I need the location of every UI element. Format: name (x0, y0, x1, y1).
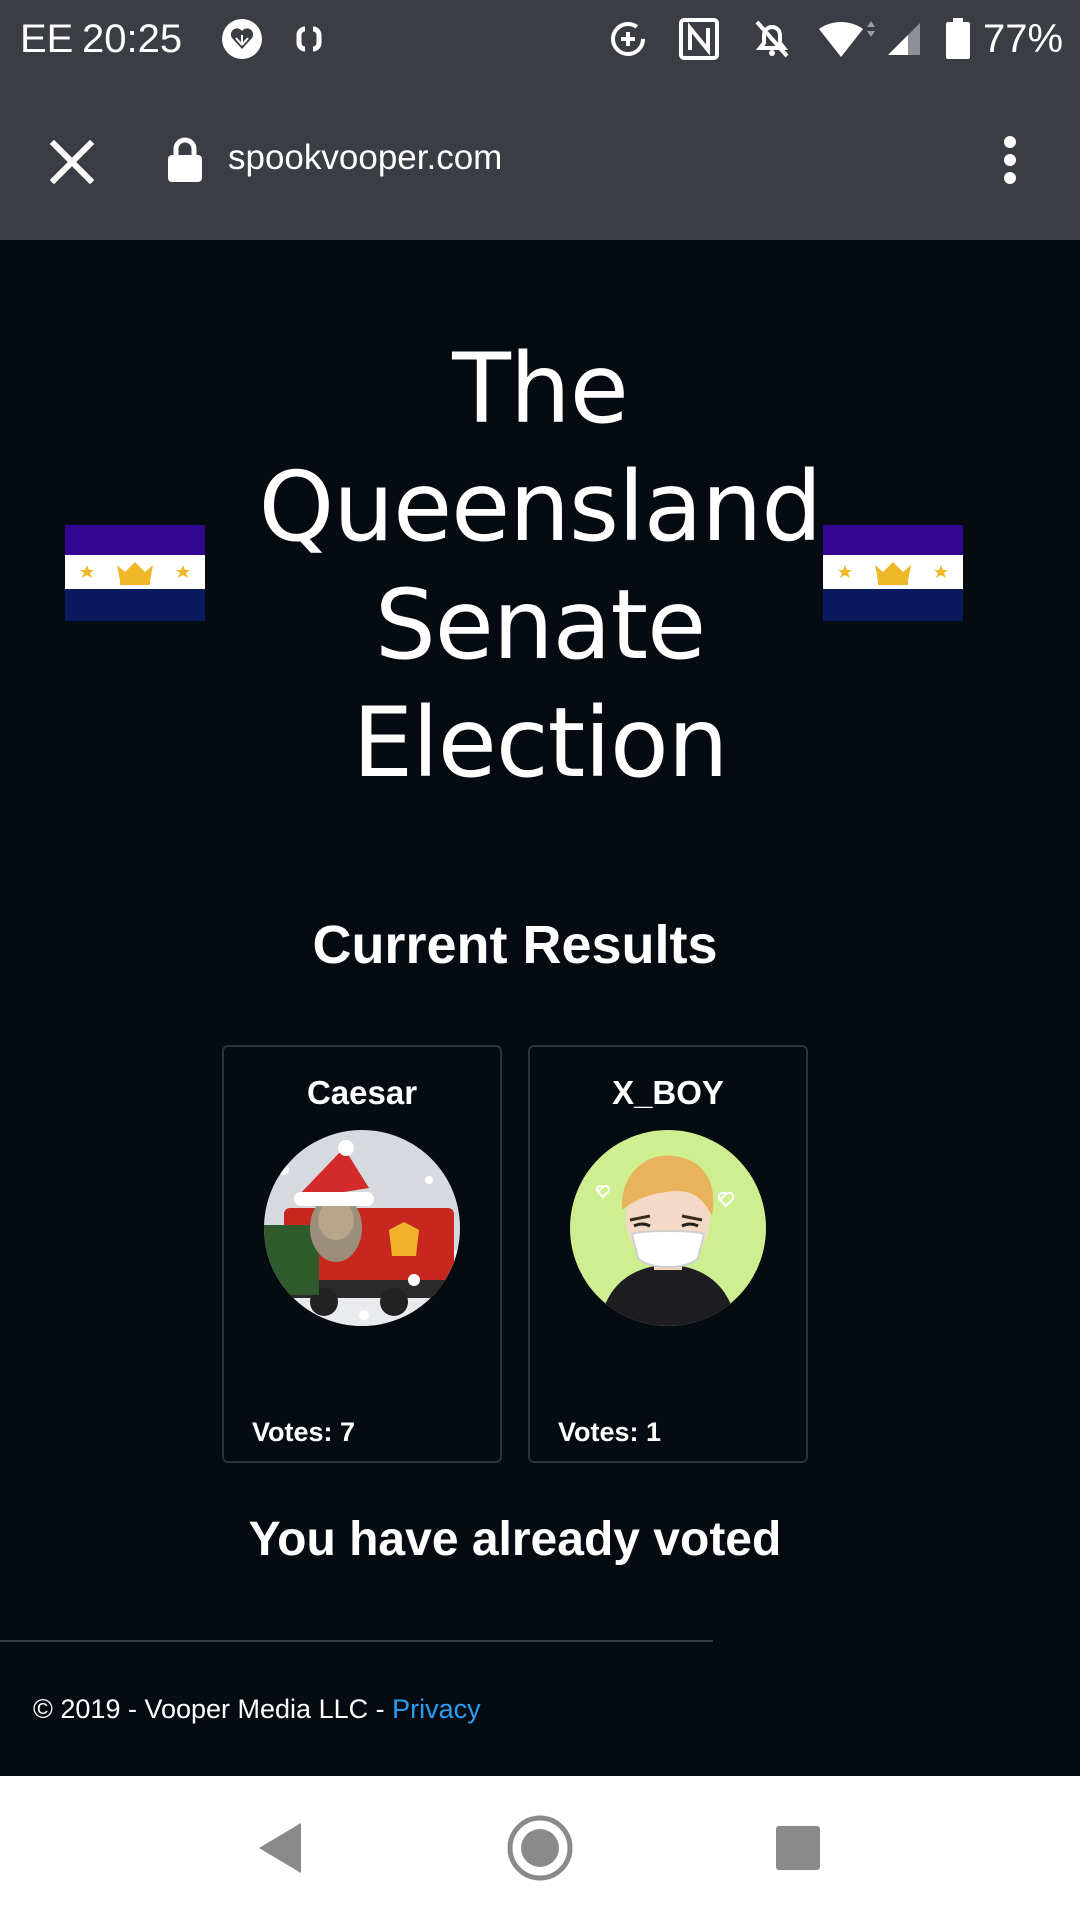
home-icon (507, 1815, 573, 1881)
data-saver-icon (608, 14, 648, 64)
sync-icon (292, 14, 326, 64)
recents-icon (776, 1826, 820, 1870)
title-line: Election (352, 687, 728, 799)
close-button[interactable] (36, 126, 108, 198)
screen: EE 20:25 77% spookvooper.com The Queensl… (0, 0, 1080, 1920)
candidate-card-x-boy[interactable]: X_BOY Votes: 1 (528, 1045, 808, 1463)
footer-divider (0, 1640, 713, 1642)
copyright-text: © 2019 - Vooper Media LLC - (33, 1694, 393, 1724)
more-vert-icon (1004, 136, 1016, 184)
browser-toolbar: spookvooper.com (0, 78, 1080, 240)
already-voted-message: You have already voted (248, 1513, 782, 1566)
vote-count: Votes: 7 (252, 1417, 356, 1447)
browser-menu-button[interactable] (986, 124, 1034, 196)
candidate-avatar-caesar (264, 1130, 460, 1326)
privacy-link[interactable]: Privacy (392, 1694, 481, 1724)
footer: © 2019 - Vooper Media LLC - Privacy (33, 1692, 481, 1726)
candidate-card-caesar[interactable]: Caesar Votes: 7 (222, 1045, 502, 1463)
recents-button[interactable] (758, 1808, 838, 1888)
notifications-off-icon (752, 14, 792, 64)
home-button[interactable] (500, 1808, 580, 1888)
candidate-name: X_BOY (612, 1074, 724, 1111)
results-heading: Current Results (312, 915, 718, 975)
vote-count: Votes: 1 (558, 1417, 662, 1447)
url-text[interactable]: spookvooper.com (228, 133, 502, 183)
navigation-bar (0, 1776, 1080, 1920)
nfc-icon (678, 14, 720, 64)
battery-icon (944, 14, 972, 64)
battery-percent: 77% (983, 17, 1064, 61)
status-time: 20:25 (82, 17, 183, 61)
title-line: The (452, 333, 629, 445)
status-bar: EE 20:25 77% (0, 0, 1080, 78)
carrier-name: EE (20, 17, 74, 61)
back-icon (259, 1823, 301, 1873)
heart-app-icon (220, 14, 264, 64)
title-line: Senate (374, 569, 706, 681)
queensland-flag-right (823, 525, 963, 621)
lock-icon (168, 136, 202, 182)
signal-icon (885, 14, 923, 64)
wifi-icon (816, 14, 878, 64)
page-title: The Queensland Senate Election (240, 330, 840, 802)
queensland-flag-left (65, 525, 205, 621)
candidate-avatar-x-boy (570, 1130, 766, 1326)
close-icon (50, 140, 94, 184)
page-content: The Queensland Senate Election Current R… (0, 240, 1080, 1776)
back-button[interactable] (240, 1808, 320, 1888)
candidate-name: Caesar (306, 1074, 418, 1111)
title-line: Queensland (258, 451, 823, 563)
